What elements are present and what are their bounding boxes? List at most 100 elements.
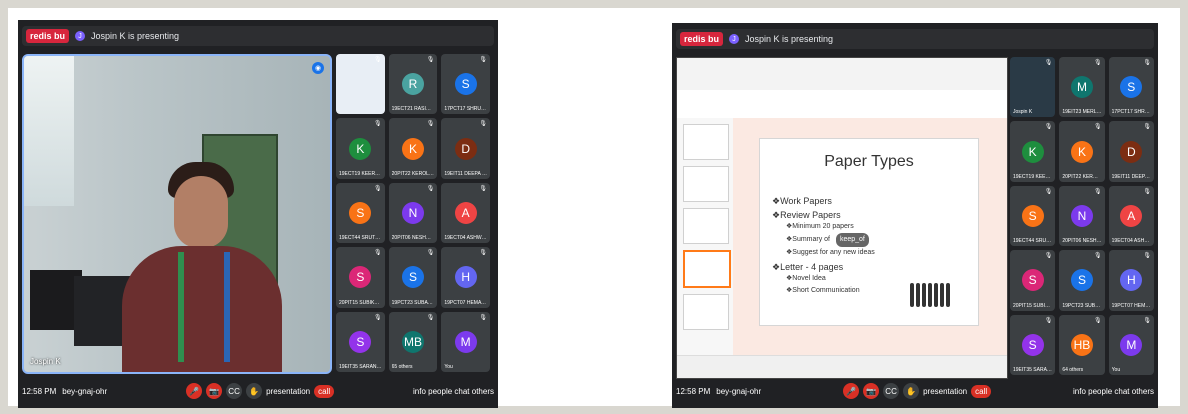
muted-mic-icon: 🎙 (1044, 317, 1053, 324)
participant-tile[interactable]: K 🎙 19ECT19 KEERTHANA R (1010, 121, 1056, 182)
participant-tile[interactable]: R 🎙 19ECT21 RASIGA D (388, 54, 438, 115)
participant-tile[interactable]: N 🎙 20PIT06 NESHMITHA... (1059, 185, 1105, 247)
end-call-button[interactable]: call (971, 384, 992, 398)
participant-avatar: M (1120, 333, 1143, 356)
participant-tile[interactable]: N 🎙 20PIT06 NESHMITHA... (388, 182, 438, 244)
meeting-controls: 🎤 📷 CC ✋ presentation call (186, 383, 335, 399)
participant-tile[interactable]: H 🎙 19PCT07 HEMA SHRE... (1108, 250, 1154, 311)
participant-grid: 🎙 Jospin K M 🎙 19EIT23 MERLIN YUDI... S 🎙 17PCT… (1010, 57, 1154, 375)
end-call-label: call (975, 386, 988, 396)
participant-avatar: S (401, 266, 424, 289)
muted-mic-icon: 🎙 (1044, 253, 1053, 260)
participant-name: 19EIT35 SARANYA T (1013, 367, 1052, 373)
slide-thumb[interactable] (683, 124, 729, 160)
participant-avatar: H (454, 266, 477, 289)
participant-avatar: S (1021, 333, 1044, 356)
participant-tile[interactable]: D 🎙 19EIT11 DEEPA DHAR... (1108, 121, 1154, 182)
main-speaker-video[interactable]: ◉ Jospin K (22, 54, 332, 374)
participant-name: 19ECT19 KEERTHANA R (1013, 173, 1053, 180)
meeting-bottombar: 12:58 PM bey-gnaj-ohr 🎤 📷 CC ✋ presentat… (676, 378, 1154, 404)
participant-avatar: N (1070, 204, 1093, 227)
slide-thumb[interactable] (683, 166, 729, 202)
side-panels[interactable]: info people chat others (413, 387, 494, 396)
muted-mic-icon: 🎙 (479, 57, 487, 63)
participant-tile[interactable]: S 🎙 20PIT15 SUBIKSHA M (336, 247, 385, 308)
muted-mic-icon: 🎙 (479, 121, 487, 128)
participant-name: 19ECT21 RASIGA D (391, 106, 435, 113)
participant-avatar: K (349, 137, 372, 160)
participant-tile[interactable]: S 🎙 19ECT44 SRUTHI P (336, 182, 385, 244)
participant-name: 20PIT06 NESHMITHA... (1062, 238, 1102, 245)
participant-tile[interactable]: 🎙 Jospin K (1010, 57, 1056, 118)
participant-tile[interactable]: H 🎙 19PCT07 HEMA SHRE... (441, 247, 490, 308)
slide-bullet: ❖Work Papers (772, 196, 832, 206)
participant-name: 20PIT06 NESHMITHA... (391, 235, 435, 242)
mic-button[interactable]: 🎤 (186, 383, 203, 399)
participant-name: 20PIT22 KEROLIN PR... (1062, 173, 1101, 180)
slide-bullets: ❖Work Papers ❖Review Papers ❖Minimum 20 pa… (772, 193, 970, 297)
app-logo: redis bu (680, 32, 724, 46)
participant-tile[interactable]: M 🎙 You (1108, 314, 1154, 375)
participant-tile[interactable]: 🎙 (336, 54, 385, 115)
participant-tile[interactable]: S 🎙 19ECT44 SRUTHI P (1010, 185, 1056, 247)
captions-button[interactable]: CC (883, 383, 900, 399)
participant-tile[interactable]: D 🎙 19EIT11 DEEPA DHAR... (441, 118, 490, 179)
side-panels-label: info people chat others (413, 386, 494, 396)
ppt-ribbon (677, 90, 1007, 119)
slide-thumb-active[interactable] (683, 250, 731, 288)
participant-tile[interactable]: S 🎙 19PCT23 SUBADARSH... (388, 247, 438, 308)
meeting-window-right: redis bu J Jospin K is presenting Paper … (672, 23, 1158, 408)
participant-tile[interactable]: HB 🎙 64 others (1059, 314, 1105, 375)
participant-tile[interactable]: M 🎙 19EIT23 MERLIN YUDI... (1059, 57, 1105, 118)
participant-avatar: M (454, 330, 477, 353)
camera-button[interactable]: 📷 (863, 383, 880, 399)
present-button[interactable]: presentation (923, 387, 967, 396)
participant-tile[interactable]: A 🎙 19ECT04 ASHWINI R (1108, 185, 1154, 247)
presenting-status: Jospin K is presenting (745, 34, 834, 44)
muted-mic-icon: 🎙 (479, 250, 487, 257)
slide-bullet: ❖Summary of keep_of (786, 233, 970, 247)
mic-button[interactable]: 🎤 (843, 383, 860, 399)
participant-tile[interactable]: S 🎙 17PCT17 SHRUTHI S (441, 54, 490, 115)
slide-bullet: ❖Review Papers (772, 210, 841, 220)
slide-thumb[interactable] (683, 294, 729, 330)
participant-tile[interactable]: S 🎙 20PIT15 SUBIKSHA M (1010, 250, 1056, 311)
participant-tile[interactable]: K 🎙 20PIT22 KEROLIN PR... (388, 118, 438, 179)
raise-hand-button[interactable]: ✋ (246, 383, 263, 399)
muted-mic-icon: 🎙 (1143, 317, 1151, 324)
slide: Paper Types ❖Work Papers ❖Review Papers ❖M… (759, 138, 979, 326)
participant-name: 19PCT23 SUBADARSH... (391, 299, 435, 306)
meeting-code: bey-gnaj-ohr (716, 386, 762, 396)
participant-name: You (1111, 367, 1121, 373)
participant-tile[interactable]: M 🎙 You (441, 311, 490, 372)
participant-tile[interactable]: S 🎙 19EIT35 SARANYA T (1010, 314, 1056, 375)
participant-name: 64 others (1062, 367, 1084, 373)
camera-button[interactable]: 📷 (206, 383, 223, 399)
participant-tile[interactable]: S 🎙 17PCT17 SHRUTHI S (1108, 57, 1154, 118)
muted-mic-icon: 🎙 (1094, 60, 1102, 66)
meeting-topbar: redis bu J Jospin K is presenting (22, 26, 494, 46)
raise-hand-button[interactable]: ✋ (903, 383, 920, 399)
end-call-button[interactable]: call (314, 384, 335, 398)
meeting-bottombar: 12:58 PM bey-gnaj-ohr 🎤 📷 CC ✋ presentat… (22, 378, 494, 404)
shared-screen[interactable]: Paper Types ❖Work Papers ❖Review Papers ❖M… (676, 57, 1008, 379)
participant-tile[interactable]: S 🎙 19PCT23 SUBADARSH... (1059, 250, 1105, 311)
meeting-time: 12:58 PM (22, 386, 57, 396)
side-panels[interactable]: info people chat others (1073, 387, 1154, 396)
participant-name: 19EIT35 SARANYA T (339, 364, 382, 370)
muted-mic-icon: 🎙 (374, 250, 382, 257)
participant-name: 19EIT23 MERLIN YUDI... (1062, 109, 1102, 116)
participant-tile[interactable]: S 🎙 19EIT35 SARANYA T (336, 311, 385, 372)
participant-tile[interactable]: K 🎙 20PIT22 KEROLIN PR... (1059, 121, 1105, 182)
participant-avatar: S (1021, 204, 1044, 227)
participant-tile[interactable]: MB 🎙 65 others (388, 311, 438, 372)
captions-button[interactable]: CC (226, 383, 243, 399)
muted-mic-icon: 🎙 (426, 121, 435, 128)
participant-tile[interactable]: K 🎙 19ECT19 KEERTHANA R (336, 118, 385, 179)
present-label: presentation (923, 386, 968, 396)
participant-avatar: D (454, 137, 477, 160)
present-button[interactable]: presentation (266, 387, 310, 396)
participant-tile[interactable]: A 🎙 19ECT04 ASHWINI R (441, 182, 490, 244)
people-graphic (910, 283, 970, 315)
slide-thumb[interactable] (683, 208, 729, 244)
